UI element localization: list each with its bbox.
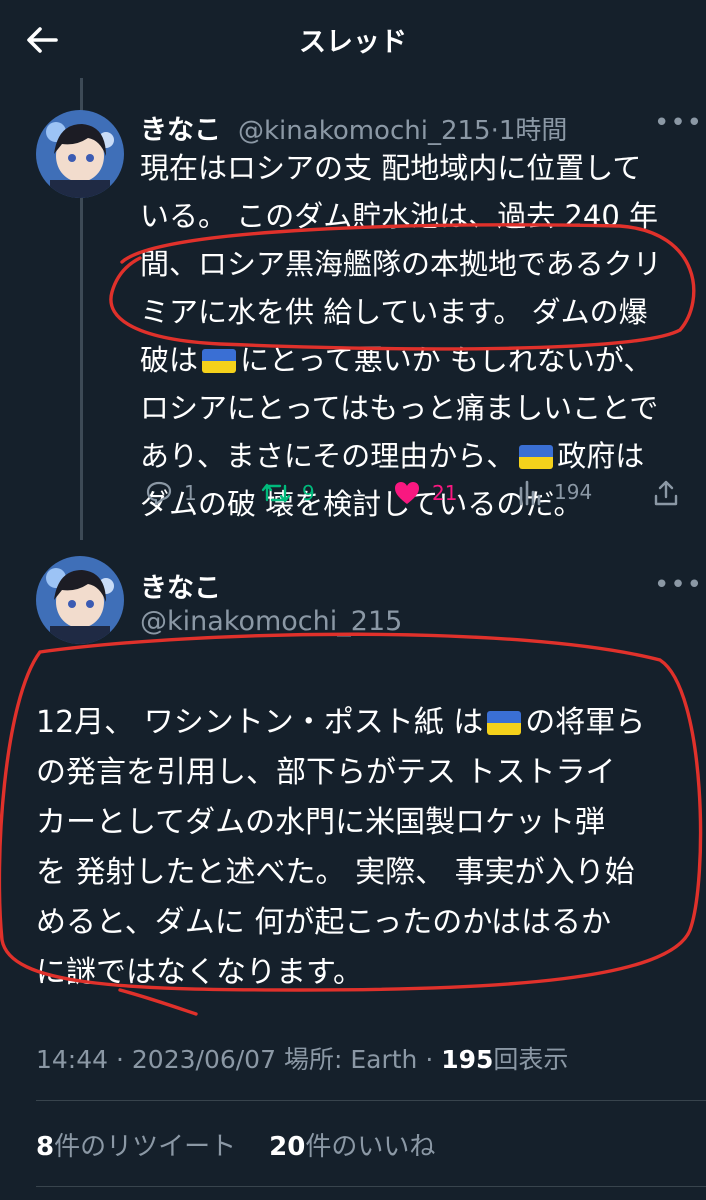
retweet-count: 8 [36,1132,55,1162]
meta-separator: · [425,1045,434,1074]
ukraine-flag-icon [487,711,522,735]
like-count: 21 [432,481,458,505]
like-label: 件のいいね [305,1132,436,1162]
reply-button[interactable]: 1 [144,478,197,508]
top-bar: スレッド [0,0,706,78]
text-line: の発言を引用し、部下らがテス トストライ [36,755,616,790]
tweet-text: 現在はロシアの支 配地域内に位置して いる。 このダム貯水池は、過去 240 年… [140,144,670,528]
tweet-actions: 1 9 21 194 [140,478,680,518]
retweet-count: 9 [302,481,315,505]
text-fragment: 12月、 ワシントン・ポスト紙 は [36,705,484,740]
engagement-stats: 8件のリツイート 20件のいいね [36,1126,435,1163]
like-button[interactable]: 21 [392,478,457,508]
retweet-icon [261,483,291,503]
text-line: を 発射したと述べた。 実際、 事実が入り始 [36,855,635,890]
like-count: 20 [269,1132,306,1162]
view-count: 194 [554,480,593,504]
more-options-icon[interactable]: ••• [654,570,703,600]
text-fragment: にとって悪いか もしれないが、 [240,343,653,377]
tweet-text: 12月、 ワシントン・ポスト紙 は の将軍ら の発言を引用し、部下らがテス トスト… [36,698,686,998]
text-line: めると、ダムに 何が起こったのかははるか [36,905,612,940]
retweets-link[interactable]: 8件のリツイート [36,1132,236,1162]
heart-icon [395,482,419,504]
text-fragment: 破は [140,343,199,377]
author-handle[interactable]: @kinakomochi_215 [238,116,491,146]
text-line: 12月、 ワシントン・ポスト紙 は の将軍ら [36,698,686,748]
ukraine-flag-icon [202,349,237,373]
view-label: 回表示 [493,1045,569,1074]
text-line: 破は にとって悪いか もしれないが、 [140,336,670,384]
text-line: いる。 このダム貯水池は、過去 240 年 [140,199,659,233]
share-button[interactable] [652,478,690,508]
meta-separator: · [490,116,499,146]
more-options-icon[interactable]: ••• [654,108,703,138]
author-name[interactable]: きなこ [140,566,221,605]
text-line: カーとしてダムの水門に米国製ロケット弾 [36,805,606,840]
author-name[interactable]: きなこ [140,108,221,147]
ukraine-flag-icon [519,445,554,469]
retweet-button[interactable]: 9 [260,478,315,508]
reply-icon [146,481,172,506]
post-location: 場所: Earth [283,1045,418,1074]
tweet-time[interactable]: 1時間 [499,116,568,146]
text-line: 間、ロシア黒海艦隊の本拠地であるクリ [140,247,662,281]
divider [36,1186,706,1187]
post-time[interactable]: 14:44 [36,1045,108,1074]
tweet-timestamp: 14:44 · 2023/06/07 場所: Earth · 195回表示 [36,1040,568,1076]
tweet-meta: @kinakomochi_215·1時間 [238,110,567,147]
text-fragment: 政府は [557,439,645,473]
text-line: に謎ではなくなります。 [36,955,363,990]
author-handle[interactable]: @kinakomochi_215 [140,606,402,637]
views-button[interactable]: 194 [518,478,592,506]
text-fragment: の将軍ら [525,705,646,740]
bar-chart-icon [519,480,541,506]
avatar[interactable] [36,556,124,644]
text-line: あり、まさにその理由から、 政府は [140,432,670,480]
post-date[interactable]: 2023/06/07 [132,1045,276,1074]
text-line: 現在はロシアの支 配地域内に位置して [140,151,642,185]
text-fragment: あり、まさにその理由から、 [140,439,516,473]
likes-link[interactable]: 20件のいいね [269,1132,435,1162]
reply-count: 1 [184,481,197,505]
text-line: ミアに水を供 給しています。 ダムの爆 [140,295,648,329]
retweet-label: 件のリツイート [54,1132,237,1162]
divider [36,1100,706,1101]
view-count: 195 [441,1045,494,1074]
share-icon [654,480,678,506]
page-title: スレッド [299,27,407,58]
meta-separator: · [116,1045,124,1074]
avatar[interactable] [36,110,124,198]
text-line: ロシアにとってはもっと痛ましいことで [140,391,659,425]
